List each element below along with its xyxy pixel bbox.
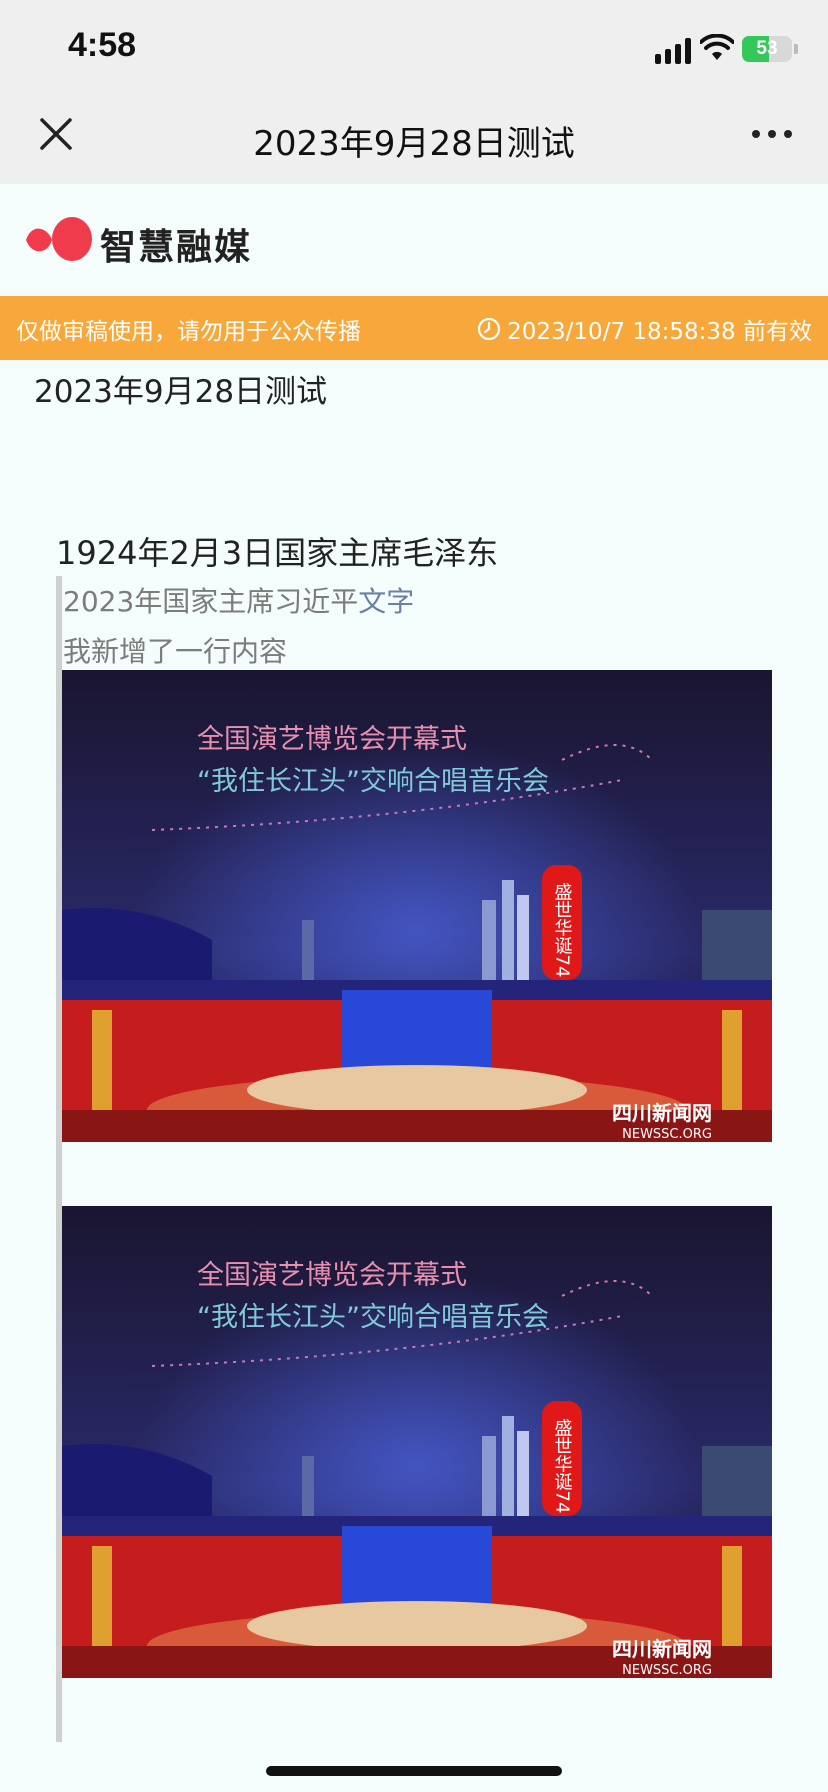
nav-bar: 2023年9月28日测试 bbox=[0, 92, 828, 184]
article-title: 2023年9月28日测试 bbox=[34, 374, 328, 410]
sky-text-1: 全国演艺博览会开幕式 bbox=[197, 1260, 467, 1291]
quote-line-2: 我新增了一行内容 bbox=[63, 635, 288, 668]
brand-logo-icon bbox=[26, 217, 92, 261]
status-bar: 4:58 53 bbox=[0, 0, 828, 92]
validity-info: 2023/10/7 18:58:38 前有效 bbox=[477, 312, 812, 346]
watermark-cn: 四川新闻网 bbox=[612, 1637, 712, 1661]
battery-tip bbox=[794, 44, 798, 54]
tower-text: 盛世华诞74 bbox=[552, 1418, 573, 1513]
sky-text-2: “我住长江头”交响合唱音乐会 bbox=[197, 766, 549, 797]
article-image[interactable]: 全国演艺博览会开幕式 “我住长江头”交响合唱音乐会 盛世华诞74 四川新闻网 N… bbox=[62, 1206, 772, 1678]
wifi-icon bbox=[700, 34, 734, 60]
tower-text: 盛世华诞74 bbox=[552, 882, 573, 977]
validity-text: 2023/10/7 18:58:38 前有效 bbox=[507, 319, 812, 345]
sky-text-2: “我住长江头”交响合唱音乐会 bbox=[197, 1302, 549, 1333]
more-icon[interactable] bbox=[748, 120, 796, 148]
brand-header: 智慧融媒 bbox=[0, 184, 828, 296]
home-indicator[interactable] bbox=[266, 1766, 562, 1776]
quote-line-1: 2023年国家主席习近平文字 bbox=[63, 580, 414, 620]
signal-icon bbox=[655, 38, 691, 64]
battery-percent: 53 bbox=[756, 38, 778, 59]
watermark-en: NEWSSC.ORG bbox=[622, 1663, 712, 1678]
quote-line-1-text: 2023年国家主席习近平 bbox=[63, 585, 359, 618]
brand-name: 智慧融媒 bbox=[100, 227, 253, 268]
nav-title: 2023年9月28日测试 bbox=[253, 124, 575, 164]
battery-icon: 53 bbox=[742, 36, 792, 62]
article-image[interactable]: 全国演艺博览会开幕式 “我住长江头”交响合唱音乐会 盛世华诞74 四川新闻网 N… bbox=[62, 670, 772, 1142]
sky-text-1: 全国演艺博览会开幕式 bbox=[197, 724, 467, 755]
clock-icon bbox=[478, 317, 501, 341]
review-notice-text: 仅做审稿使用，请勿用于公众传播 bbox=[16, 319, 361, 345]
quote-link[interactable]: 文字 bbox=[358, 585, 414, 618]
article-paragraph: 1924年2月3日国家主席毛泽东 bbox=[56, 534, 499, 572]
review-notice-banner: 仅做审稿使用，请勿用于公众传播 2023/10/7 18:58:38 前有效 bbox=[0, 296, 828, 360]
watermark-cn: 四川新闻网 bbox=[612, 1101, 712, 1125]
watermark-en: NEWSSC.ORG bbox=[622, 1127, 712, 1142]
status-time: 4:58 bbox=[68, 26, 137, 64]
